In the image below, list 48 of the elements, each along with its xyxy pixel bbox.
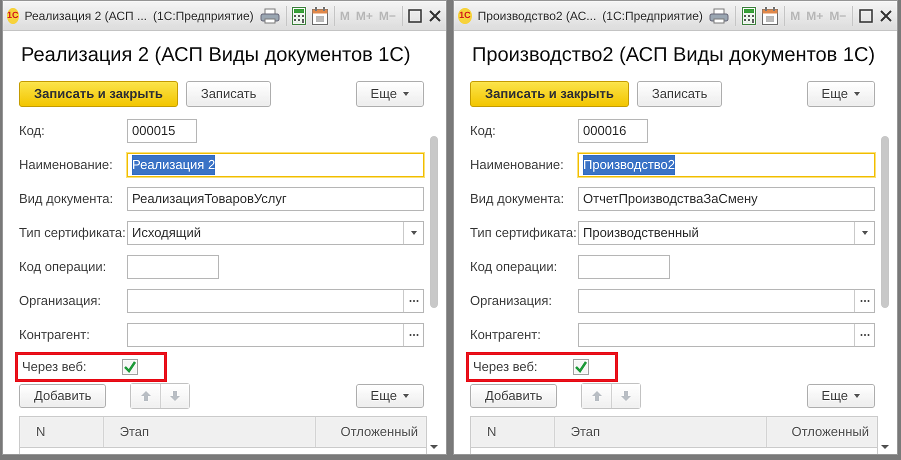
field-label: Организация: [470, 292, 554, 310]
more-button[interactable]: Еще [806, 81, 875, 107]
more-button[interactable]: Еще [356, 384, 424, 408]
dropdown-field[interactable]: Производственный [578, 221, 875, 245]
input-field[interactable]: Производство2 [578, 153, 875, 177]
dropdown-field[interactable]: Исходящий [127, 221, 424, 245]
field-label: Контрагент: [470, 326, 542, 344]
window-title: Реализация 2 (АСП ... [24, 8, 147, 24]
field-label: Организация: [19, 292, 102, 310]
more-button[interactable]: Еще [806, 384, 875, 408]
window-title: Производство2 (АС... [478, 8, 596, 24]
field-label: Через веб: [473, 358, 539, 376]
field-label: Код: [19, 122, 46, 140]
input-field[interactable]: 000015 [127, 119, 197, 143]
input-field[interactable]: Реализация 2 [127, 153, 424, 177]
field-label: Через веб: [22, 358, 88, 376]
field-label: Вид документа: [470, 190, 566, 208]
input-field[interactable]: РеализацияТоваровУслуг [127, 187, 424, 211]
column-header[interactable]: Этап [104, 417, 316, 447]
toolbar-button[interactable]: Записать [186, 81, 272, 107]
toolbar-button[interactable]: Добавить [19, 384, 106, 408]
save-and-close-button[interactable]: Записать и закрыть [19, 81, 178, 107]
column-header[interactable]: Этап [554, 417, 768, 447]
field-label: Тип сертификата: [470, 224, 578, 242]
form-heading: Производство2 (АСП Виды документов 1С) [472, 43, 875, 68]
toolbar-button[interactable]: Добавить [470, 384, 558, 408]
toolbar-button[interactable]: Записать [636, 81, 722, 107]
field-label: Код операции: [19, 258, 108, 276]
app-name: (1С:Предприятие) [602, 8, 703, 24]
field-label: Код: [470, 122, 497, 140]
field-label: Код операции: [470, 258, 558, 276]
app-name: (1С:Предприятие) [153, 8, 254, 24]
save-and-close-button[interactable]: Записать и закрыть [470, 81, 629, 107]
form-heading: Реализация 2 (АСП Виды документов 1С) [21, 43, 412, 68]
more-button[interactable]: Еще [356, 81, 424, 107]
field-label: Наименование: [19, 156, 114, 174]
input-field[interactable]: ОтчетПроизводстваЗаСмену [578, 187, 875, 211]
column-header[interactable]: Отложенный [767, 417, 877, 447]
column-header[interactable]: Отложенный [316, 417, 426, 447]
column-header[interactable]: N [471, 417, 555, 447]
field-label: Тип сертификата: [19, 224, 127, 242]
column-header[interactable]: N [20, 417, 104, 447]
app-logo: 1С [458, 8, 472, 24]
input-field[interactable]: 000016 [578, 119, 648, 143]
field-label: Наименование: [470, 156, 565, 174]
field-label: Вид документа: [19, 190, 114, 208]
field-label: Контрагент: [19, 326, 91, 344]
app-logo: 1С [7, 8, 19, 24]
